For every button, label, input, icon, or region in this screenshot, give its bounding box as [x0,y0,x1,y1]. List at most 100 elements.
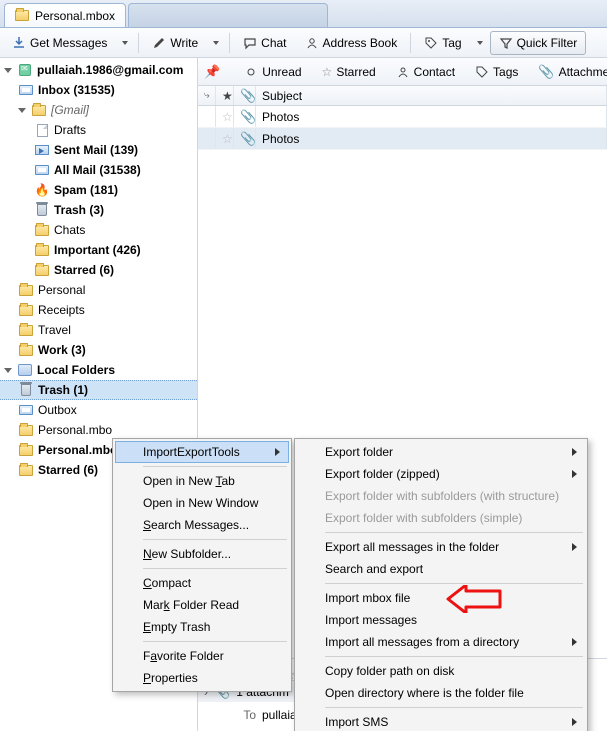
sub-import-messages[interactable]: Import messages [297,609,585,631]
local-label: Local Folders [37,363,115,377]
ctx-properties[interactable]: Properties [115,667,289,689]
account-row[interactable]: pullaiah.1986@gmail.com [0,60,197,80]
ctx-favorite-folder[interactable]: Favorite Folder [115,645,289,667]
tag-button[interactable]: Tag [416,31,469,55]
travel-row[interactable]: Travel [0,320,197,340]
ctx-search-messages[interactable]: Search Messages... [115,514,289,536]
trash-row[interactable]: Trash (3) [0,200,197,220]
chevron-down-icon [213,41,219,45]
quick-filter-label: Quick Filter [517,36,578,50]
separator [229,33,230,53]
allmail-label: All Mail (31538) [54,163,141,177]
ctx-open-new-tab[interactable]: Open in New Tab [115,470,289,492]
sub-import-sms[interactable]: Import SMS [297,711,585,731]
filter-contact[interactable]: Contact [388,60,463,84]
allmail-row[interactable]: All Mail (31538) [0,160,197,180]
local-trash-row[interactable]: Trash (1) [0,380,197,400]
sub-open-directory[interactable]: Open directory where is the folder file [297,682,585,704]
write-dropdown[interactable] [208,31,224,55]
address-book-icon [305,36,319,50]
personal-row[interactable]: Personal [0,280,197,300]
sub-import-from-directory[interactable]: Import all messages from a directory [297,631,585,653]
tab-personal-mbox[interactable]: Personal.mbox [4,3,126,27]
pin-icon[interactable]: 📌 [204,64,220,80]
subject-column[interactable]: Subject [256,86,607,105]
message-row[interactable]: ☆ 📎 Photos [198,106,607,128]
quick-filter-button[interactable]: Quick Filter [490,31,587,55]
main-toolbar: Get Messages Write Chat Address Book Tag… [0,28,607,58]
folder-icon [18,283,34,297]
ctx-label: Import mbox file [325,591,410,605]
ctx-label: Export folder [325,445,393,459]
message-list: ☆ 📎 Photos ☆ 📎 Photos [198,106,607,150]
sub-export-all-messages[interactable]: Export all messages in the folder [297,536,585,558]
ctx-open-new-window[interactable]: Open in New Window [115,492,289,514]
address-book-button[interactable]: Address Book [297,31,406,55]
ctx-label: Open directory where is the folder file [325,686,524,700]
ctx-import-export-tools[interactable]: ImportExportTools [115,441,289,463]
local-folders-row[interactable]: Local Folders [0,360,197,380]
tab-inactive[interactable] [128,3,328,27]
twisty-icon[interactable] [18,106,27,115]
inbox-icon [34,163,50,177]
ctx-new-subfolder[interactable]: New Subfolder... [115,543,289,565]
thread-icon: ⤷ [204,90,210,101]
chevron-down-icon [122,41,128,45]
address-book-label: Address Book [323,36,398,50]
filter-tags[interactable]: Tags [467,60,526,84]
get-messages-dropdown[interactable] [117,31,133,55]
chat-button[interactable]: Chat [235,31,294,55]
work-row[interactable]: Work (3) [0,340,197,360]
important-row[interactable]: Important (426) [0,240,197,260]
star-icon[interactable]: ☆ [222,110,233,124]
filter-unread-label: Unread [262,65,301,79]
sub-export-folder-zipped[interactable]: Export folder (zipped) [297,463,585,485]
get-messages-button[interactable]: Get Messages [4,31,115,55]
chevron-right-icon [572,718,577,726]
outbox-label: Outbox [38,403,77,417]
trash-icon [34,203,50,217]
drafts-row[interactable]: Drafts [0,120,197,140]
write-label: Write [170,36,198,50]
star-column[interactable]: ★ [216,86,234,105]
filter-attachment-label: Attachment [559,65,607,79]
folder-icon [18,303,34,317]
sub-copy-folder-path[interactable]: Copy folder path on disk [297,660,585,682]
ctx-empty-trash[interactable]: Empty Trash [115,616,289,638]
chevron-right-icon [275,448,280,456]
starred-row[interactable]: Starred (6) [0,260,197,280]
inbox-row[interactable]: Inbox (31535) [0,80,197,100]
sub-export-folder[interactable]: Export folder [297,441,585,463]
outbox-row[interactable]: Outbox [0,400,197,420]
attach-column[interactable]: 📎 [234,86,256,105]
folder-icon [15,10,29,21]
star-icon[interactable]: ☆ [222,132,233,146]
chats-row[interactable]: Chats [0,220,197,240]
document-icon [34,123,50,137]
personal-label: Personal [38,283,85,297]
sent-row[interactable]: Sent Mail (139) [0,140,197,160]
ctx-label: Copy folder path on disk [325,664,454,678]
thread-column[interactable]: ⤷ [198,86,216,105]
filter-unread[interactable]: Unread [236,60,309,84]
receipts-row[interactable]: Receipts [0,300,197,320]
tag-icon [424,36,438,50]
gmail-row[interactable]: [Gmail] [0,100,197,120]
pencil-icon [152,36,166,50]
folder-tree: pullaiah.1986@gmail.com Inbox (31535) [G… [0,58,197,482]
filter-starred[interactable]: ☆Starred [314,60,384,84]
write-button[interactable]: Write [144,31,206,55]
spam-row[interactable]: 🔥Spam (181) [0,180,197,200]
twisty-icon[interactable] [4,366,13,375]
tag-dropdown[interactable] [472,31,488,55]
sub-import-mbox[interactable]: Import mbox file [297,587,585,609]
message-row[interactable]: ☆ 📎 Photos [198,128,607,150]
ctx-mark-folder-read[interactable]: Mark Folder Read [115,594,289,616]
ctx-compact[interactable]: Compact [115,572,289,594]
filter-attachment[interactable]: 📎Attachment [530,60,607,84]
sub-search-and-export[interactable]: Search and export [297,558,585,580]
sub-export-subfolders-structure: Export folder with subfolders (with stru… [297,485,585,507]
twisty-icon[interactable] [4,66,13,75]
tab-label: Personal.mbox [35,9,115,23]
personal-mbox-row-1[interactable]: Personal.mbo [0,420,197,440]
